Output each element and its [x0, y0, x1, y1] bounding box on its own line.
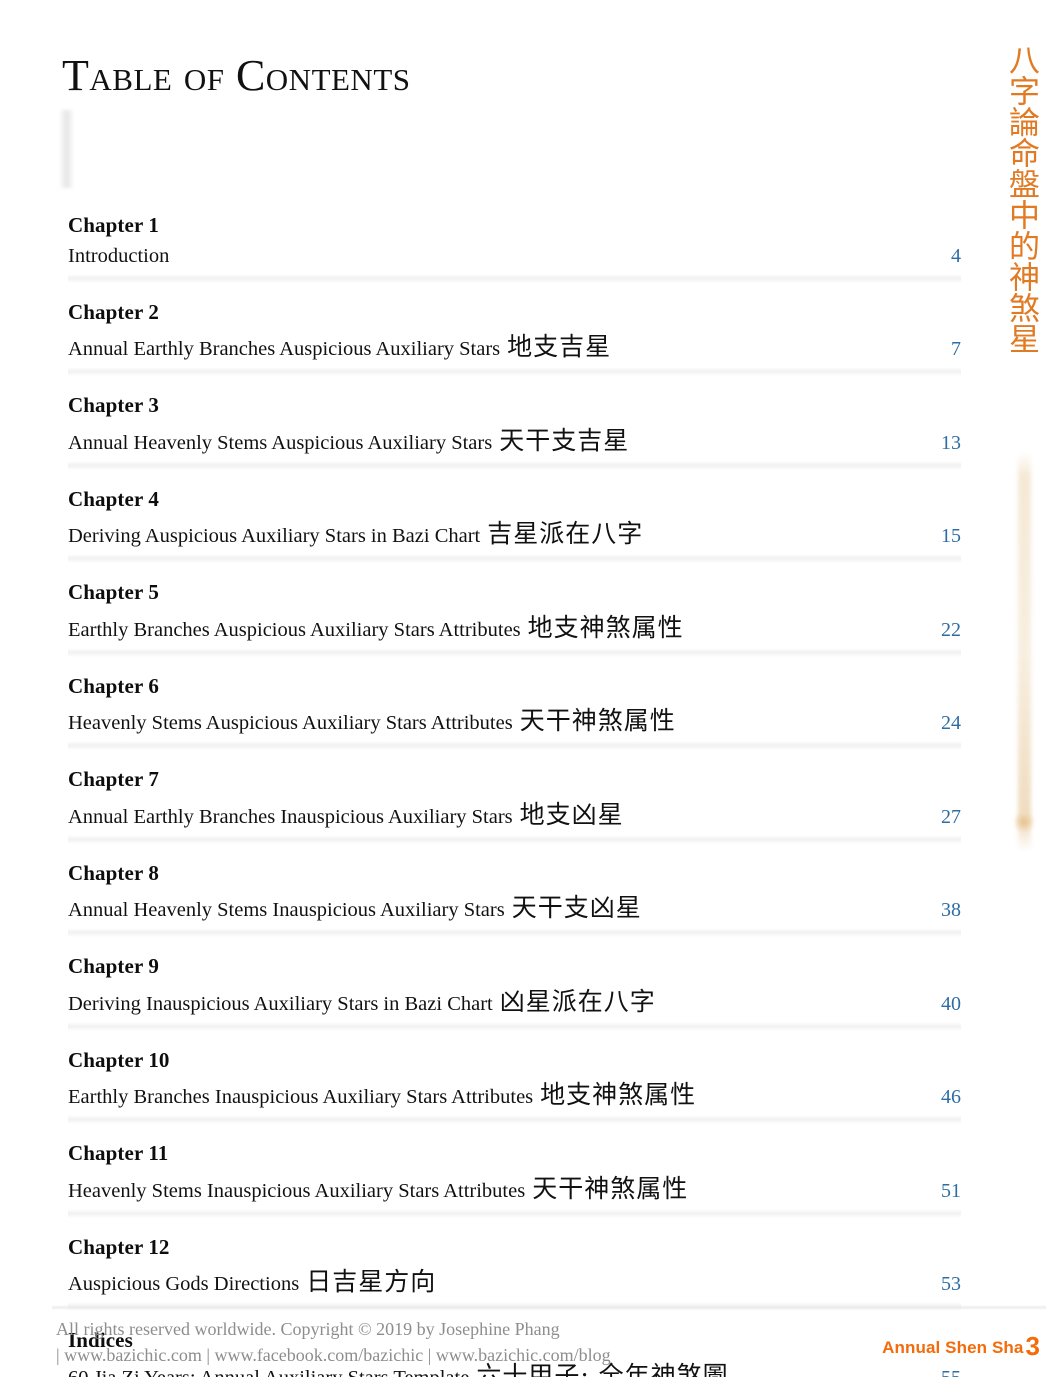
toc-chapter-label: Chapter 11: [68, 1141, 169, 1166]
toc-entry-row: Annual Heavenly Stems Inauspicious Auxil…: [68, 890, 961, 926]
toc-entry-row: Heavenly Stems Auspicious Auxiliary Star…: [68, 703, 961, 739]
toc-chapter-label: Chapter 4: [68, 486, 159, 511]
footer-copyright: All rights reserved worldwide. Copyright…: [56, 1317, 611, 1368]
toc-entry-title-cn: 地支神煞属性: [540, 1080, 697, 1110]
toc-entry-title-en: Heavenly Stems Inauspicious Auxiliary St…: [68, 1179, 526, 1202]
toc-chapter-label: Chapter 7: [68, 767, 159, 792]
toc-entry-title-cn: 天干神煞属性: [519, 706, 676, 736]
toc-entry-title-en: Earthly Branches Inauspicious Auxiliary …: [68, 1086, 534, 1109]
toc-entry-row: Heavenly Stems Inauspicious Auxiliary St…: [68, 1171, 961, 1207]
toc-entry-description: Deriving Auspicious Auxiliary Stars in B…: [68, 516, 643, 552]
toc-entry-description: Annual Heavenly Stems Inauspicious Auxil…: [68, 890, 642, 926]
footer-page-number: 3: [1025, 1331, 1040, 1361]
margin-gradient-bar: [1018, 452, 1031, 852]
toc-entry-page-number[interactable]: 40: [907, 993, 961, 1016]
toc-entry-title-en: Annual Earthly Branches Inauspicious Aux…: [68, 805, 513, 828]
toc-chapter-label: Chapter 12: [68, 1234, 170, 1259]
toc-entry-row: Annual Earthly Branches Auspicious Auxil…: [68, 329, 961, 365]
toc-entry[interactable]: Chapter 1 Introduction 4: [68, 212, 961, 283]
footer-copyright-line-1: All rights reserved worldwide. Copyright…: [56, 1319, 560, 1339]
toc-entry-title-cn: 天干神煞属性: [532, 1173, 689, 1203]
toc-entry-description: Auspicious Gods Directions 日吉星方向: [68, 1264, 436, 1300]
toc-entry-description: Heavenly Stems Inauspicious Auxiliary St…: [68, 1171, 688, 1207]
toc-entry-title-en: Annual Heavenly Stems Inauspicious Auxil…: [68, 899, 505, 922]
toc-entry-title-en: Annual Earthly Branches Auspicious Auxil…: [68, 338, 501, 361]
toc-chapter-label: Chapter 1: [68, 213, 159, 237]
toc-entry-description: Earthly Branches Inauspicious Auxiliary …: [68, 1077, 696, 1113]
toc-entry-description: Annual Heavenly Stems Auspicious Auxilia…: [68, 423, 629, 459]
toc-entry-description: Annual Earthly Branches Auspicious Auxil…: [68, 329, 611, 365]
toc-entry-page-number[interactable]: 7: [907, 338, 961, 361]
toc-entry[interactable]: Chapter 4 Deriving Auspicious Auxiliary S…: [68, 486, 961, 564]
toc-entry-title-en: Deriving Inauspicious Auxiliary Stars in…: [68, 992, 493, 1015]
toc-entry-title-cn: 天干支吉星: [499, 425, 630, 455]
footer-brand-label: Annual Shen Sha: [882, 1338, 1024, 1357]
toc-entry-title-en: Annual Heavenly Stems Auspicious Auxilia…: [68, 431, 493, 454]
toc-entry-page-number[interactable]: 27: [907, 806, 961, 829]
title-accent-bar: [60, 110, 73, 188]
page-footer: All rights reserved worldwide. Copyright…: [0, 1305, 1062, 1377]
toc-entry-title-en: Introduction: [68, 245, 170, 268]
toc-entry-page-number[interactable]: 4: [907, 245, 961, 268]
toc-entry-row: Deriving Auspicious Auxiliary Stars in B…: [68, 516, 961, 552]
toc-entry-row: Introduction 4: [68, 242, 961, 272]
toc-entry-title-cn: 地支神煞属性: [527, 612, 684, 642]
toc-entry-title-cn: 凶星派在八字: [499, 986, 656, 1016]
footer-brand: Annual Shen Sha3: [882, 1331, 1040, 1362]
toc-entry-description: Heavenly Stems Auspicious Auxiliary Star…: [68, 703, 676, 739]
toc-chapter-label: Chapter 2: [68, 299, 159, 324]
toc-list: Chapter 1 Introduction 4 Chapter 2 Annual Ea…: [68, 212, 961, 1377]
toc-entry[interactable]: Chapter 6 Heavenly Stems Auspicious Auxil…: [68, 673, 961, 751]
toc-entry-row: Earthly Branches Inauspicious Auxiliary …: [68, 1077, 961, 1113]
toc-entry-description: Introduction: [68, 242, 169, 272]
toc-entry-page-number[interactable]: 38: [907, 899, 961, 922]
toc-chapter-label: Chapter 5: [68, 580, 159, 605]
toc-chapter-label: Chapter 8: [68, 860, 159, 885]
toc-entry-title-en: Earthly Branches Auspicious Auxiliary St…: [68, 618, 521, 641]
toc-chapter-label: Chapter 3: [68, 393, 159, 418]
toc-entry-title-cn: 日吉星方向: [306, 1267, 437, 1297]
toc-entry-title-cn: 地支凶星: [519, 799, 624, 829]
toc-entry-row: Deriving Inauspicious Auxiliary Stars in…: [68, 984, 961, 1020]
toc-entry[interactable]: Chapter 7 Annual Earthly Branches Inauspi…: [68, 766, 961, 844]
toc-entry-row: Annual Earthly Branches Inauspicious Aux…: [68, 797, 961, 833]
page-title: Table of Contents: [62, 51, 411, 100]
toc-entry-row: Auspicious Gods Directions 日吉星方向 53: [68, 1264, 961, 1300]
toc-entry[interactable]: Chapter 8 Annual Heavenly Stems Inauspici…: [68, 860, 961, 938]
toc-entry-description: Annual Earthly Branches Inauspicious Aux…: [68, 797, 624, 833]
toc-chapter-label: Chapter 6: [68, 673, 159, 698]
toc-entry-description: Earthly Branches Auspicious Auxiliary St…: [68, 610, 684, 646]
toc-entry[interactable]: Chapter 3 Annual Heavenly Stems Auspiciou…: [68, 392, 961, 470]
toc-entry-row: Annual Heavenly Stems Auspicious Auxilia…: [68, 423, 961, 459]
toc-entry[interactable]: Chapter 2 Annual Earthly Branches Auspici…: [68, 299, 961, 377]
toc-entry[interactable]: Chapter 5 Earthly Branches Auspicious Aux…: [68, 579, 961, 657]
toc-entry-row: Earthly Branches Auspicious Auxiliary St…: [68, 610, 961, 646]
toc-entry-description: Deriving Inauspicious Auxiliary Stars in…: [68, 984, 656, 1020]
toc-entry-page-number[interactable]: 13: [907, 432, 961, 455]
footer-divider: [52, 1305, 1046, 1310]
toc-entry[interactable]: Chapter 9 Deriving Inauspicious Auxiliary…: [68, 953, 961, 1031]
toc-entry-title-cn: 吉星派在八字: [487, 519, 644, 549]
toc-entry-page-number[interactable]: 15: [907, 525, 961, 548]
vertical-chinese-title: 八字論命盤中的神煞星: [1003, 44, 1039, 354]
toc-entry-title-en: Heavenly Stems Auspicious Auxiliary Star…: [68, 712, 513, 735]
toc-entry[interactable]: Chapter 11 Heavenly Stems Inauspicious Au…: [68, 1140, 961, 1218]
toc-page: Table of Contents Chapter 1 Introduction 4…: [0, 0, 1062, 1377]
footer-copyright-line-2: | www.bazichic.com | www.facebook.com/ba…: [56, 1344, 611, 1365]
margin-gradient-dot: [1014, 812, 1034, 832]
toc-entry-title-cn: 地支吉星: [507, 332, 612, 362]
toc-chapter-label: Chapter 9: [68, 954, 159, 979]
toc-entry-page-number[interactable]: 53: [907, 1273, 961, 1296]
toc-entry-page-number[interactable]: 46: [907, 1086, 961, 1109]
toc-entry-title-en: Auspicious Gods Directions: [68, 1273, 300, 1296]
toc-entry[interactable]: Chapter 10 Earthly Branches Inauspicious …: [68, 1047, 961, 1125]
toc-entry-page-number[interactable]: 24: [907, 712, 961, 735]
toc-entry-title-en: Deriving Auspicious Auxiliary Stars in B…: [68, 525, 481, 548]
toc-entry-page-number[interactable]: 51: [907, 1180, 961, 1203]
toc-chapter-label: Chapter 10: [68, 1047, 170, 1072]
toc-entry-title-cn: 天干支凶星: [511, 893, 642, 923]
toc-entry[interactable]: Chapter 12 Auspicious Gods Directions 日吉星方…: [68, 1234, 961, 1312]
toc-entry-page-number[interactable]: 22: [907, 619, 961, 642]
